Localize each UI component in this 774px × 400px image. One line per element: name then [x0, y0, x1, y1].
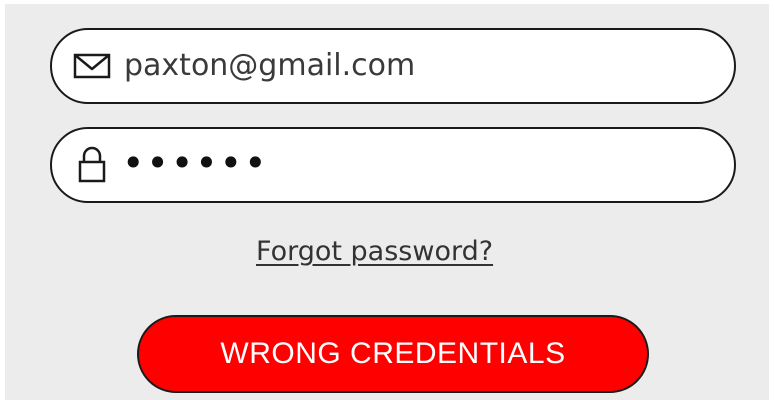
- email-field[interactable]: paxton@gmail.com: [50, 28, 736, 104]
- envelope-icon: [72, 46, 112, 86]
- password-field[interactable]: ••••••: [50, 127, 736, 203]
- lock-icon: [72, 145, 112, 185]
- email-input-value: paxton@gmail.com: [124, 48, 416, 83]
- password-input-value: ••••••: [122, 141, 269, 185]
- login-submit-button[interactable]: WRONG CREDENTIALS: [137, 315, 649, 393]
- login-panel: paxton@gmail.com •••••• Forgot password?…: [5, 4, 769, 400]
- forgot-password-link[interactable]: Forgot password?: [256, 236, 493, 267]
